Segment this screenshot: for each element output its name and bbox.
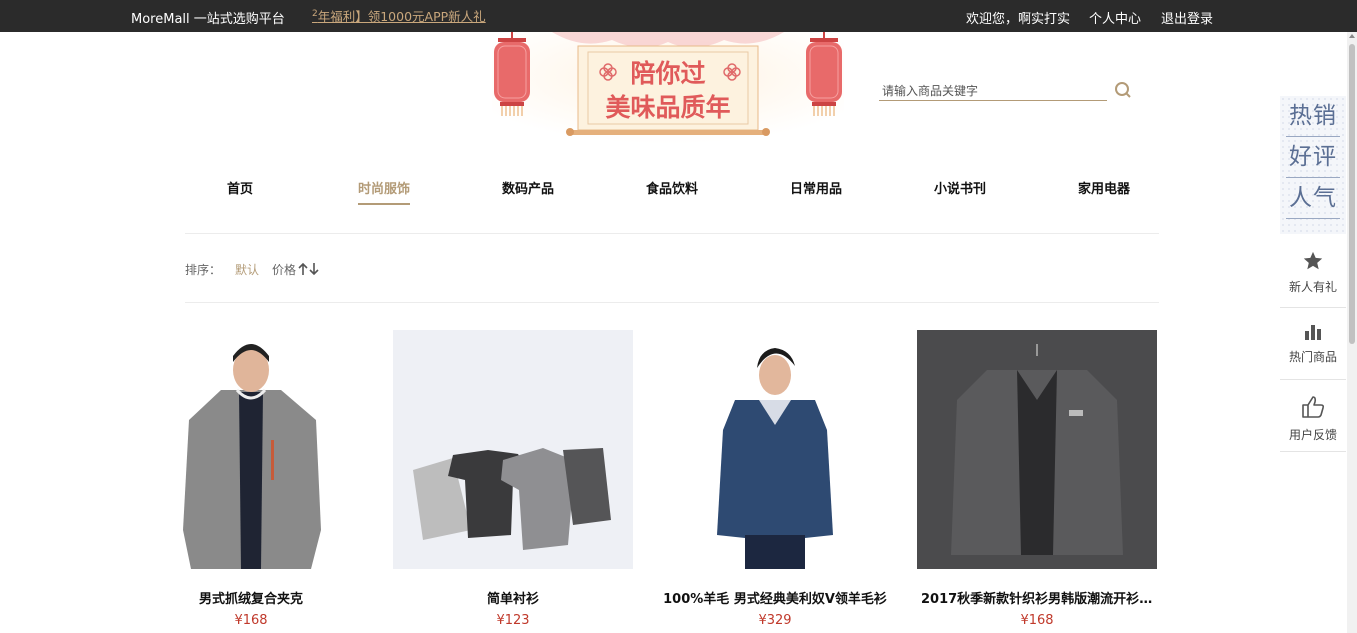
top-bar: MoreMall 一站式选购平台 2年福利】领1000元APP新人礼 欢迎您，啊… — [0, 0, 1357, 32]
nav-item-appliances[interactable]: 家用电器 — [1078, 178, 1130, 205]
product-price: ¥168 — [1020, 613, 1054, 628]
sidebar-item-new-user-gift[interactable]: 新人有礼 — [1280, 236, 1346, 308]
nav-item-fashion[interactable]: 时尚服饰 — [357, 178, 411, 205]
product-image[interactable] — [917, 330, 1157, 569]
scrollbar-thumb[interactable] — [1349, 44, 1355, 344]
nav-item-digital[interactable]: 数码产品 — [502, 178, 554, 205]
product-image[interactable] — [131, 330, 371, 569]
bar-chart-icon — [1305, 325, 1321, 340]
sidebar-item-user-feedback[interactable]: 用户反馈 — [1280, 380, 1346, 452]
category-nav: 首页 时尚服饰 数码产品 食品饮料 日常用品 小说书刊 家用电器 — [185, 178, 1159, 208]
search-box — [879, 80, 1107, 101]
sort-price-label: 价格 — [272, 263, 297, 277]
product-price: ¥329 — [758, 613, 792, 628]
product-card[interactable]: 100%羊毛 男式经典美利奴V领羊毛衫 ¥329 — [655, 330, 895, 628]
sidebar-item-label: 热门商品 — [1288, 350, 1337, 364]
promo-link[interactable]: 2年福利】领1000元APP新人礼 — [312, 6, 486, 25]
product-name[interactable]: 男式抓绒复合夹克 — [131, 588, 371, 607]
search-input[interactable] — [879, 81, 1107, 101]
sidebar-item-label: 新人有礼 — [1288, 280, 1337, 294]
sidebar-item-label: 用户反馈 — [1288, 428, 1337, 442]
search-icon[interactable] — [1114, 81, 1132, 99]
nav-item-books[interactable]: 小说书刊 — [934, 178, 986, 205]
divider — [185, 233, 1159, 234]
banner-line1: 陪你过 — [630, 59, 705, 88]
welcome-text: 欢迎您，啊实打实 — [966, 12, 1071, 27]
popularity-label: 人气 — [1286, 178, 1340, 219]
nav-item-food[interactable]: 食品饮料 — [646, 178, 698, 205]
product-name[interactable]: 100%羊毛 男式经典美利奴V领羊毛衫 — [655, 588, 895, 607]
product-name[interactable]: 2017秋季新款针织衫男韩版潮流开衫毛衣外套 — [917, 588, 1157, 607]
product-image[interactable] — [393, 330, 633, 569]
site-brand[interactable]: MoreMall 一站式选购平台 — [131, 8, 285, 27]
floating-sidebar: 热销 好评 人气 新人有礼 热门商品 用户反馈 — [1280, 96, 1346, 452]
sidebar-item-hot-products[interactable]: 热门商品 — [1280, 308, 1346, 380]
product-card[interactable]: 2017秋季新款针织衫男韩版潮流开衫毛衣外套 ¥168 — [917, 330, 1157, 628]
star-icon — [1303, 251, 1323, 270]
sort-arrows-icon[interactable] — [297, 262, 321, 276]
festival-banner: 陪你过 美味品质年 — [492, 32, 844, 144]
scroll-up-arrow-icon[interactable] — [1349, 34, 1355, 38]
product-price: ¥168 — [234, 613, 268, 628]
product-name[interactable]: 简单衬衫 — [393, 588, 633, 607]
user-center-link[interactable]: 个人中心 — [1089, 8, 1141, 27]
product-image[interactable] — [655, 330, 895, 569]
banner-line2: 美味品质年 — [605, 93, 730, 122]
hot-sales-label: 热销 — [1286, 96, 1340, 137]
promo-text: 年福利】领1000元APP新人礼 — [317, 9, 486, 24]
nav-item-home[interactable]: 首页 — [227, 178, 253, 205]
thumbs-up-icon — [1302, 396, 1325, 418]
sort-price[interactable]: 价格 — [272, 261, 296, 278]
product-card[interactable]: 简单衬衫 ¥123 — [393, 330, 633, 628]
divider — [185, 302, 1159, 303]
sort-label: 排序： — [185, 263, 222, 277]
nav-item-daily[interactable]: 日常用品 — [790, 178, 842, 205]
product-card[interactable]: 男式抓绒复合夹克 ¥168 — [131, 330, 371, 628]
logout-link[interactable]: 退出登录 — [1161, 8, 1213, 27]
sort-default[interactable]: 默认 — [235, 261, 259, 278]
good-reviews-label: 好评 — [1286, 137, 1340, 178]
page-scrollbar[interactable] — [1347, 32, 1357, 633]
hot-ranking-box[interactable]: 热销 好评 人气 — [1280, 96, 1346, 234]
product-price: ¥123 — [496, 613, 530, 628]
